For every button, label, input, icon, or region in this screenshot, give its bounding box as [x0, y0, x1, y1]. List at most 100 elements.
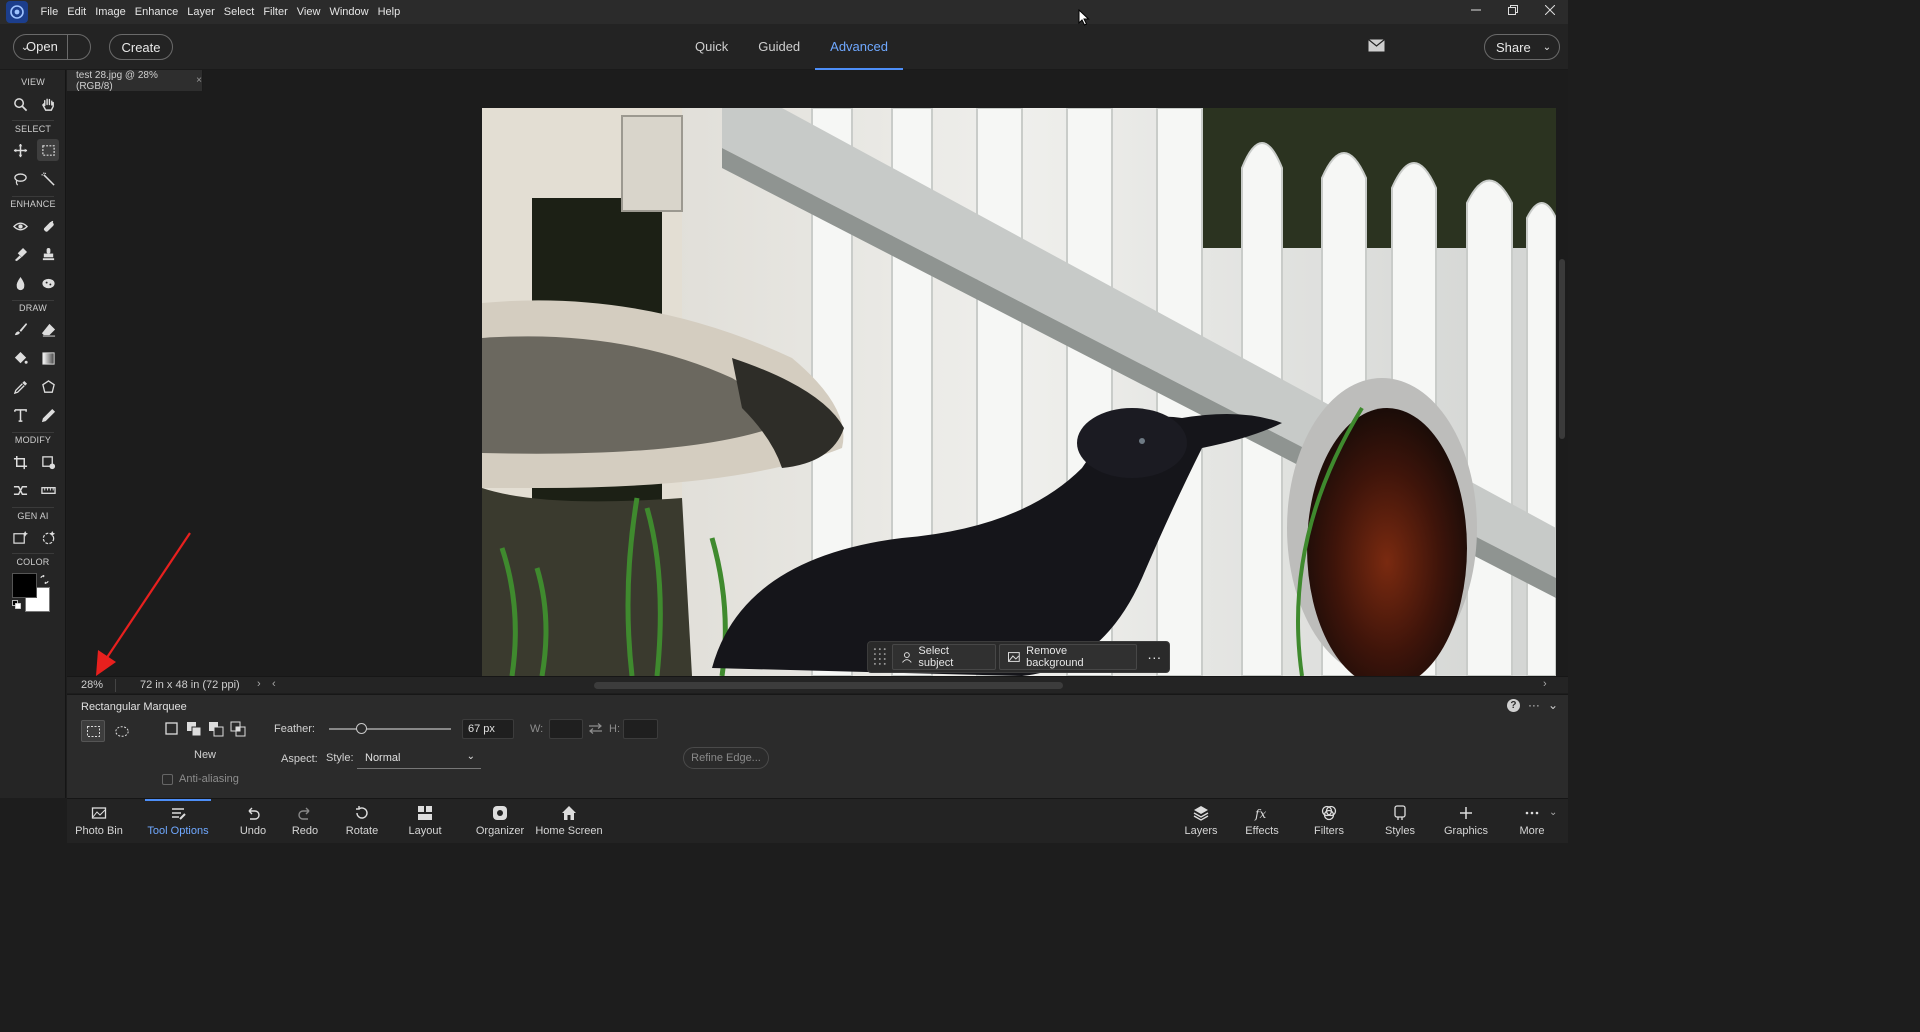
red-eye-tool-icon[interactable] [9, 215, 31, 237]
subtract-from-selection-icon[interactable] [208, 721, 224, 737]
brush-tool-icon[interactable] [9, 318, 31, 340]
lasso-tool-icon[interactable] [9, 168, 31, 190]
photo-canvas[interactable] [482, 108, 1556, 676]
restore-button[interactable] [1494, 0, 1531, 20]
style-select[interactable]: Normal ⌄ [357, 749, 481, 769]
menu-image[interactable]: Image [91, 0, 131, 24]
zoom-level[interactable]: 28% [81, 679, 103, 691]
help-icon[interactable]: ? [1506, 698, 1520, 712]
close-window-button[interactable] [1531, 0, 1568, 20]
gradient-tool-icon[interactable] [37, 347, 59, 369]
document-tab[interactable]: test 28.jpg @ 28% (RGB/8) × [67, 70, 203, 92]
redo-button[interactable]: Redo [289, 799, 321, 844]
default-colors-icon[interactable] [12, 600, 21, 609]
clone-stamp-tool-icon[interactable] [37, 243, 59, 265]
vertical-scroll-thumb[interactable] [1559, 259, 1565, 439]
swap-dimensions-icon[interactable] [588, 723, 603, 734]
more-button[interactable]: More [1515, 799, 1549, 844]
undo-icon [248, 807, 260, 820]
eyedropper-tool-icon[interactable] [9, 376, 31, 398]
create-button[interactable]: Create [109, 34, 173, 60]
pencil-tool-icon[interactable] [37, 404, 59, 426]
sponge-tool-icon[interactable] [37, 272, 59, 294]
rotate-button[interactable]: Rotate [343, 799, 381, 844]
magic-wand-tool-icon[interactable] [37, 168, 59, 190]
feather-value-field[interactable]: 67 px [462, 719, 514, 739]
recompose-tool-icon[interactable] [37, 451, 59, 473]
add-to-selection-icon[interactable] [186, 721, 202, 737]
generative-remove-icon[interactable] [37, 526, 59, 548]
crop-tool-icon[interactable] [9, 451, 31, 473]
paint-bucket-tool-icon[interactable] [9, 347, 31, 369]
menu-enhance[interactable]: Enhance [130, 0, 182, 24]
tool-options-label: Tool Options [147, 825, 209, 837]
home-screen-button[interactable]: Home Screen [535, 799, 603, 844]
menu-filter[interactable]: Filter [259, 0, 292, 24]
menu-layer[interactable]: Layer [183, 0, 220, 24]
chevron-right-icon[interactable]: › [257, 678, 261, 690]
filters-button[interactable]: Filters [1312, 799, 1346, 844]
smart-brush-tool-icon[interactable] [9, 243, 31, 265]
move-tool-icon[interactable] [9, 139, 31, 161]
eraser-tool-icon[interactable] [37, 318, 59, 340]
layout-button[interactable]: Layout [407, 799, 443, 844]
spot-healing-brush-icon[interactable] [37, 215, 59, 237]
menu-select[interactable]: Select [219, 0, 259, 24]
chevron-down-icon[interactable]: ⌄ [1549, 807, 1557, 818]
collapse-panel-icon[interactable]: ⌄ [1548, 698, 1558, 712]
feather-slider-track[interactable] [329, 728, 451, 730]
intersect-selection-icon[interactable] [230, 721, 246, 737]
height-field[interactable] [623, 719, 658, 739]
rectangular-marquee-tool-icon[interactable] [37, 139, 59, 161]
photo-bin-button[interactable]: Photo Bin [75, 799, 123, 844]
graphics-button[interactable]: Graphics [1443, 799, 1489, 844]
styles-label: Styles [1385, 825, 1415, 837]
content-aware-move-icon[interactable] [9, 479, 31, 501]
scroll-left-icon[interactable]: ‹ [272, 678, 276, 690]
menu-file[interactable]: File [36, 0, 63, 24]
menu-window[interactable]: Window [325, 0, 373, 24]
tool-options-button[interactable]: Tool Options [145, 799, 211, 844]
menu-help[interactable]: Help [373, 0, 405, 24]
straighten-tool-icon[interactable] [37, 479, 59, 501]
mail-icon[interactable] [1368, 39, 1385, 52]
remove-background-button[interactable]: Remove background [999, 644, 1137, 670]
tab-advanced[interactable]: Advanced [815, 24, 903, 70]
tab-guided[interactable]: Guided [743, 24, 815, 70]
organizer-button[interactable]: Organizer [475, 799, 525, 844]
select-subject-button[interactable]: Select subject [891, 644, 997, 670]
anti-aliasing-checkbox[interactable] [162, 774, 173, 785]
elliptical-marquee-option[interactable] [110, 720, 134, 742]
panel-menu-icon[interactable]: ··· [1528, 698, 1540, 712]
feather-slider-handle[interactable] [356, 723, 367, 734]
vertical-scrollbar[interactable] [1556, 91, 1568, 676]
new-selection-icon[interactable] [164, 721, 180, 737]
horizontal-scroll-thumb[interactable] [594, 682, 1063, 689]
tab-quick[interactable]: Quick [680, 24, 743, 70]
menu-edit[interactable]: Edit [63, 0, 91, 24]
divider [12, 196, 54, 197]
scroll-right-icon[interactable]: › [1543, 678, 1547, 690]
foreground-color-swatch[interactable] [12, 573, 37, 598]
more-options-icon[interactable]: ··· [1140, 644, 1169, 670]
generative-fill-icon[interactable] [9, 526, 31, 548]
zoom-tool-icon[interactable] [9, 93, 31, 115]
drag-handle-icon[interactable] [871, 644, 889, 670]
layers-button[interactable]: Layers [1182, 799, 1220, 844]
undo-button[interactable]: Undo [237, 799, 269, 844]
type-tool-icon[interactable] [9, 404, 31, 426]
refine-edge-button[interactable]: Refine Edge... [683, 747, 769, 769]
rectangular-marquee-option[interactable] [81, 720, 105, 742]
effects-button[interactable]: fx Effects [1244, 799, 1280, 844]
open-button[interactable]: Open ⌄ [13, 34, 91, 60]
width-field[interactable] [549, 719, 583, 739]
styles-button[interactable]: Styles [1383, 799, 1417, 844]
blur-tool-icon[interactable] [9, 272, 31, 294]
menu-view[interactable]: View [292, 0, 325, 24]
minimize-button[interactable] [1457, 0, 1494, 20]
close-tab-icon[interactable]: × [196, 75, 202, 86]
share-button[interactable]: Share ⌄ [1484, 34, 1560, 60]
custom-shape-tool-icon[interactable] [37, 376, 59, 398]
hand-tool-icon[interactable] [37, 93, 59, 115]
swap-colors-icon[interactable] [40, 575, 49, 584]
